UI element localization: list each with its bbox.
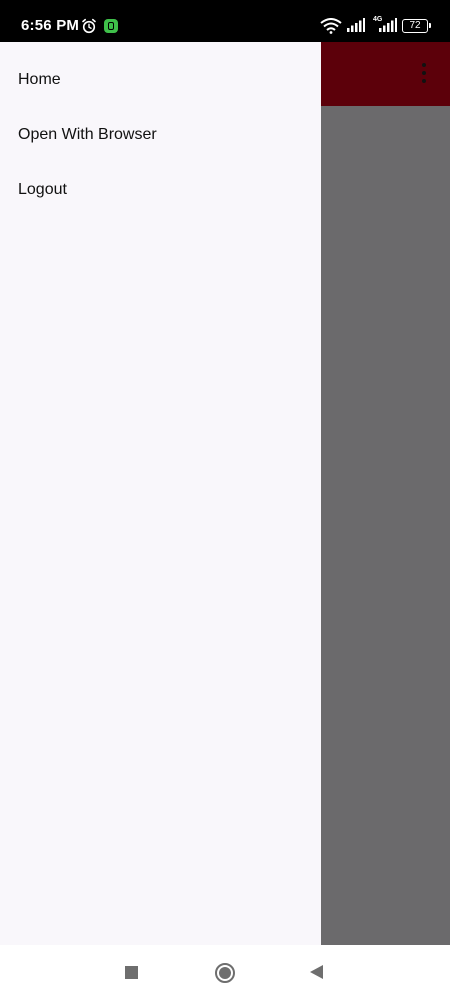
home-icon[interactable] [215,963,235,983]
signal-icon [347,18,365,32]
status-bar: 6:56 PM 4G 72 [0,0,450,42]
app-notification-icon [104,19,118,33]
recents-icon[interactable] [125,966,138,979]
back-icon[interactable] [310,965,323,979]
more-vert-icon[interactable] [418,63,430,85]
system-navigation-bar [0,945,450,1000]
wifi-icon [320,18,342,34]
phone-screen: 6:56 PM 4G 72 Home Open With Browser Log… [0,0,450,1000]
signal-icon [379,18,397,32]
drawer-item-home[interactable]: Home [0,52,321,107]
drawer-item-logout[interactable]: Logout [0,162,321,217]
status-time: 6:56 PM [21,17,80,34]
alarm-icon [82,18,96,34]
navigation-drawer: Home Open With Browser Logout [0,42,321,945]
drawer-item-open-with-browser[interactable]: Open With Browser [0,107,321,162]
battery-icon: 72 [402,19,431,33]
